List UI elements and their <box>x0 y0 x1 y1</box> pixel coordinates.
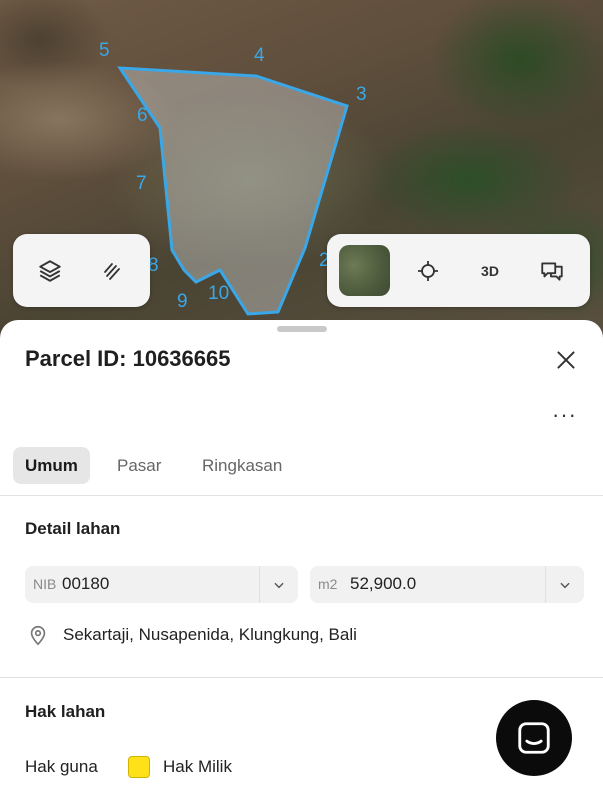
parcel-polygon[interactable] <box>117 66 349 316</box>
chevron-down-icon[interactable] <box>259 566 298 603</box>
nib-prefix: NIB <box>33 576 57 592</box>
area-field[interactable]: m2 52,900.0 <box>310 566 584 603</box>
vertex-label-9: 9 <box>177 291 188 312</box>
vertex-label-3: 3 <box>356 84 367 105</box>
nib-value: 00180 <box>62 574 110 593</box>
location-row: Sekartaji, Nusapenida, Klungkung, Bali <box>25 623 565 649</box>
location-pin-icon <box>30 625 46 646</box>
map-tools-right: 3D <box>327 234 590 307</box>
area-value: 52,900.0 <box>350 574 417 593</box>
layers-icon[interactable] <box>35 256 65 286</box>
basemap-thumbnail[interactable] <box>339 245 390 296</box>
hak-milik-label: Hak Milik <box>163 757 232 776</box>
rights-heading: Hak lahan <box>25 702 106 721</box>
chat-bubble-icon[interactable] <box>537 256 567 286</box>
detail-heading: Detail lahan <box>25 519 121 538</box>
3d-toggle[interactable]: 3D <box>475 256 505 286</box>
vertex-label-10: 10 <box>208 283 230 304</box>
tab-pasar[interactable]: Pasar <box>117 447 161 484</box>
parcel-title: Parcel ID: 10636665 <box>25 346 231 371</box>
vertex-label-5: 5 <box>99 40 110 61</box>
vertex-label-7: 7 <box>136 173 147 194</box>
tab-ringkasan[interactable]: Ringkasan <box>202 447 282 484</box>
section-divider <box>0 677 603 678</box>
crosshair-icon[interactable] <box>413 256 443 286</box>
close-icon[interactable] <box>553 347 579 373</box>
area-prefix: m2 <box>318 576 338 592</box>
tab-umum[interactable]: Umum <box>13 447 90 484</box>
vertex-label-6: 6 <box>137 105 148 126</box>
hak-guna-label: Hak guna <box>25 757 98 776</box>
map-tools-left <box>13 234 150 307</box>
hak-milik-swatch <box>128 756 150 778</box>
vertex-label-4: 4 <box>254 45 265 66</box>
support-chat-button[interactable] <box>496 700 572 776</box>
location-text: Sekartaji, Nusapenida, Klungkung, Bali <box>63 625 357 644</box>
tabs-divider <box>0 495 603 496</box>
nib-field[interactable]: NIB 00180 <box>25 566 298 603</box>
chat-icon <box>518 722 550 754</box>
sheet-drag-handle[interactable] <box>277 326 327 332</box>
freehand-draw-icon[interactable] <box>97 256 127 286</box>
more-options-icon[interactable]: ··· <box>552 402 577 428</box>
chevron-down-icon[interactable] <box>545 566 584 603</box>
